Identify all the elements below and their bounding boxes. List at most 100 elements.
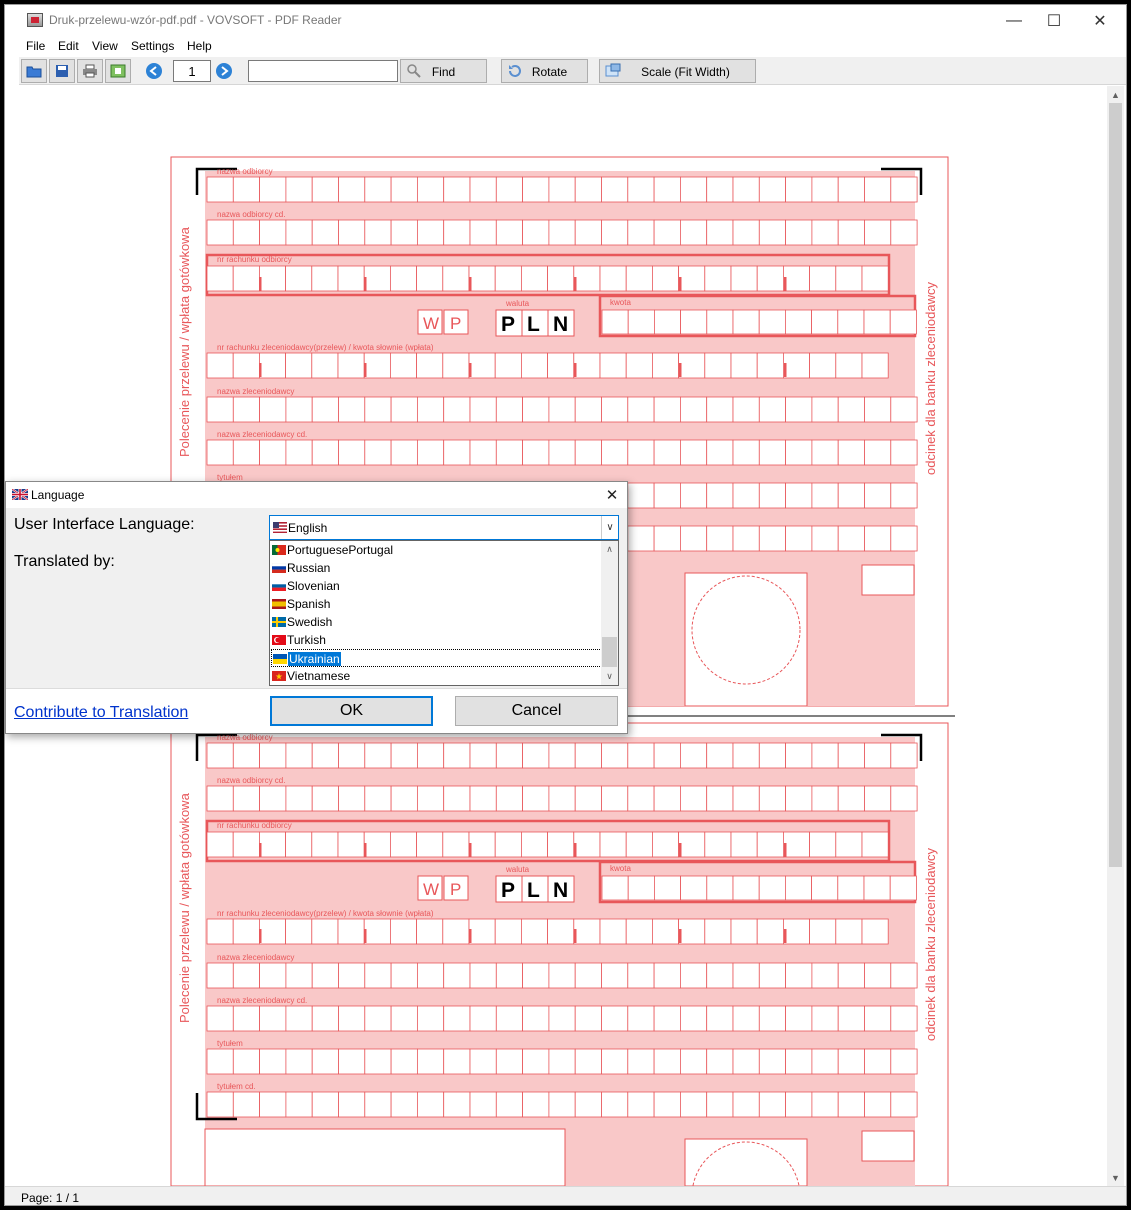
char-cell	[785, 1005, 813, 1032]
char-cell	[468, 831, 496, 858]
char-cell	[206, 176, 234, 203]
scroll-up-icon[interactable]: ▲	[1107, 86, 1124, 103]
char-cell	[861, 352, 889, 379]
char-cell	[232, 962, 261, 989]
vertical-scrollbar[interactable]: ▲ ▼	[1107, 86, 1124, 1186]
language-dialog: Language ✕ User Interface Language: Tran…	[5, 481, 628, 734]
char-cell	[809, 265, 837, 292]
char-cell	[625, 918, 653, 945]
char-cell	[811, 742, 839, 769]
find-button[interactable]: Find	[400, 59, 487, 83]
char-cell	[811, 396, 839, 423]
dropdown-scrollbar[interactable]: ∧ ∨	[601, 541, 618, 685]
field-label: tytułem cd.	[217, 1082, 256, 1091]
contribute-translation-link[interactable]: Contribute to Translation	[14, 704, 188, 722]
char-cell	[785, 962, 813, 989]
scroll-thumb[interactable]	[1109, 103, 1122, 867]
char-cell	[548, 1005, 576, 1032]
ok-button[interactable]: OK	[270, 696, 433, 726]
menu-settings[interactable]: Settings	[131, 39, 174, 53]
field-label: tytułem	[217, 1039, 243, 1048]
chevron-down-icon[interactable]: ∨	[601, 516, 618, 539]
char-cell	[206, 785, 234, 812]
char-cell	[548, 962, 576, 989]
menu-help[interactable]: Help	[187, 39, 212, 53]
rotate-button[interactable]: Rotate	[501, 59, 588, 83]
fit-page-button[interactable]	[105, 59, 131, 83]
char-cell	[548, 1091, 576, 1118]
vietnam-flag-icon	[272, 671, 286, 681]
save-button[interactable]	[49, 59, 75, 83]
language-option[interactable]: Spanish	[271, 595, 602, 613]
language-option[interactable]: PortuguesePortugal	[271, 541, 602, 559]
account-separator	[364, 363, 367, 377]
open-button[interactable]	[21, 59, 47, 83]
dialog-close-button[interactable]: ✕	[597, 482, 627, 508]
char-cell	[259, 396, 287, 423]
char-cell	[390, 1091, 418, 1118]
char-cell	[416, 265, 444, 292]
char-cell	[835, 831, 863, 858]
dropdown-scroll-thumb[interactable]	[602, 637, 617, 667]
find-label: Find	[431, 65, 456, 79]
char-cell	[601, 742, 629, 769]
menu-file[interactable]: File	[26, 39, 45, 53]
search-input[interactable]	[248, 60, 398, 82]
language-option[interactable]: Russian	[271, 559, 602, 577]
char-cell	[364, 1048, 392, 1075]
chevron-down-icon[interactable]: ∨	[601, 668, 618, 685]
language-option[interactable]: Swedish	[271, 613, 602, 631]
language-option-label: Russian	[287, 561, 331, 575]
char-cell	[627, 176, 655, 203]
page-number-input[interactable]: 1	[173, 60, 211, 82]
language-select[interactable]: English ∨	[269, 515, 619, 540]
russia-flag-icon	[272, 563, 286, 573]
maximize-button[interactable]: ☐	[1031, 5, 1077, 36]
char-cell	[652, 352, 680, 379]
language-option[interactable]: Turkish	[271, 631, 602, 649]
char-cell	[548, 742, 576, 769]
char-cell	[338, 1091, 366, 1118]
char-cell	[337, 831, 365, 858]
portugal-flag-icon	[272, 545, 286, 555]
cancel-button[interactable]: Cancel	[455, 696, 618, 726]
language-option[interactable]: Vietnamese	[271, 667, 602, 685]
char-cell	[680, 176, 708, 203]
char-cell	[364, 962, 392, 989]
char-cell	[653, 1048, 681, 1075]
scale-button[interactable]: Scale (Fit Width)	[599, 59, 756, 83]
char-cell	[337, 265, 365, 292]
char-cell	[783, 265, 811, 292]
char-cell	[758, 1048, 786, 1075]
char-cell	[468, 918, 496, 945]
next-page-button[interactable]	[215, 62, 233, 80]
char-cell	[653, 785, 681, 812]
w-letter: W	[423, 314, 439, 333]
char-cell	[680, 309, 708, 335]
uk-flag-icon	[12, 489, 28, 500]
language-option-highlighted[interactable]: Ukrainian	[271, 649, 602, 667]
char-cell	[732, 1005, 760, 1032]
menu-view[interactable]: View	[92, 39, 118, 53]
menu-edit[interactable]: Edit	[58, 39, 79, 53]
scroll-down-icon[interactable]: ▼	[1107, 1169, 1124, 1186]
char-cell	[864, 1005, 892, 1032]
language-option[interactable]: Slovenian	[271, 577, 602, 595]
currency-letter: P	[501, 313, 515, 336]
print-button[interactable]	[77, 59, 103, 83]
title-bar: Druk-przelewu-wzór-pdf.pdf - VOVSOFT - P…	[5, 5, 1126, 36]
char-cell	[601, 962, 629, 989]
close-window-button[interactable]: ✕	[1077, 5, 1123, 36]
char-cell	[285, 962, 313, 989]
chevron-up-icon[interactable]: ∧	[601, 541, 618, 558]
char-cell	[494, 831, 522, 858]
char-cell	[889, 875, 917, 901]
char-cell	[574, 1091, 602, 1118]
char-cell	[442, 265, 470, 292]
language-dropdown-list[interactable]: PortuguesePortugal Russian Slovenian Spa…	[269, 540, 619, 686]
stamp-box	[684, 572, 808, 707]
previous-page-button[interactable]	[145, 62, 163, 80]
char-cell	[653, 962, 681, 989]
char-cell	[574, 785, 602, 812]
ukraine-flag-icon	[273, 654, 287, 664]
